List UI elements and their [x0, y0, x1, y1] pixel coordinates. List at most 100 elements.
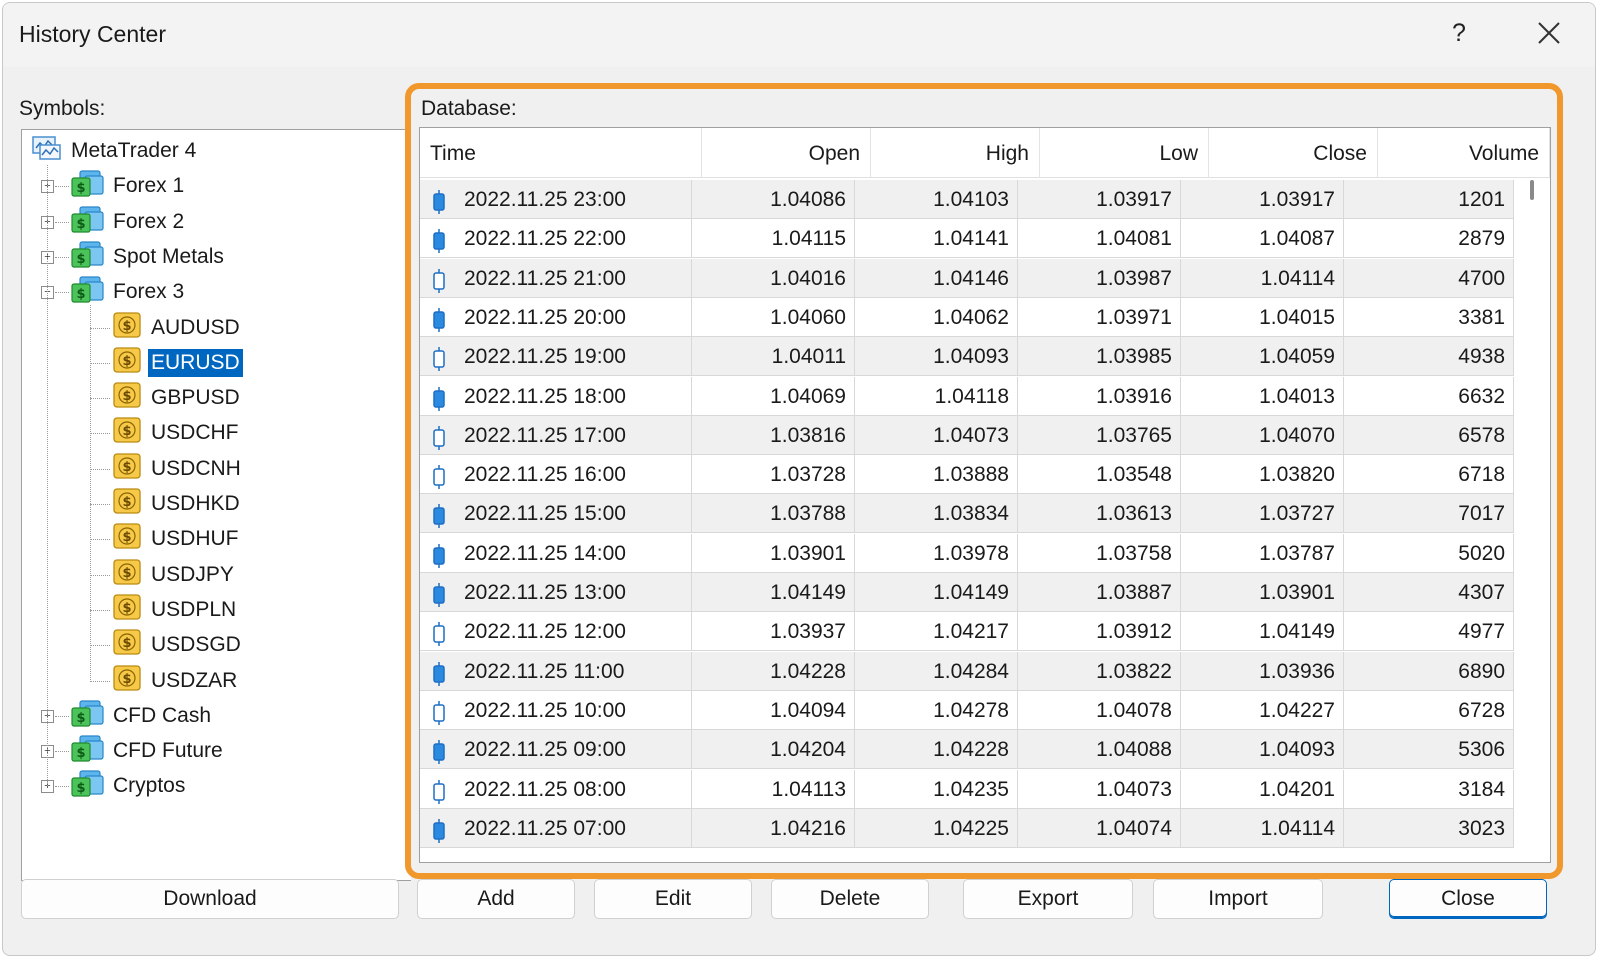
time-text: 2022.11.25 13:00 — [464, 581, 626, 604]
tree-item-usdhuf[interactable]: $ USDHUF — [112, 522, 242, 556]
tree-connector — [47, 165, 48, 787]
tree-item-metatrader-4[interactable]: MetaTrader 4 — [32, 134, 199, 168]
cell-low: 1.03765 — [1018, 415, 1181, 455]
cell-open: 1.03816 — [692, 415, 855, 455]
download-button[interactable]: Download — [21, 879, 399, 919]
cell-time: 2022.11.25 22:00 — [420, 219, 692, 259]
import-button[interactable]: Import — [1153, 879, 1323, 919]
time-text: 2022.11.25 08:00 — [464, 777, 626, 801]
cell-high: 1.04284 — [855, 651, 1018, 691]
column-header-close[interactable]: Close — [1209, 128, 1378, 178]
tree-item-forex-1[interactable]: $ Forex 1 — [70, 169, 187, 203]
table-row[interactable]: 2022.11.25 14:00 1.03901 1.03978 1.03758 1.0… — [420, 533, 1514, 573]
svg-text:$: $ — [122, 319, 131, 334]
column-header-volume[interactable]: Volume — [1378, 128, 1550, 178]
history-center-window: History Center ? Symbols: MetaTrader 4 $ F… — [2, 2, 1596, 956]
cell-volume: 6578 — [1344, 415, 1514, 455]
tree-item-usdchf[interactable]: $ USDCHF — [112, 416, 242, 450]
table-row[interactable]: 2022.11.25 15:00 1.03788 1.03834 1.03613 1.0… — [420, 494, 1514, 534]
tree-item-usdsgd[interactable]: $ USDSGD — [112, 628, 244, 662]
edit-button[interactable]: Edit — [594, 879, 752, 919]
add-button[interactable]: Add — [417, 879, 575, 919]
svg-text:$: $ — [122, 495, 131, 510]
cell-close: 1.03820 — [1181, 455, 1344, 495]
tree-item-eurusd[interactable]: $ EURUSD — [112, 346, 243, 380]
column-header-low[interactable]: Low — [1040, 128, 1209, 178]
cell-low: 1.03758 — [1018, 533, 1181, 573]
tree-item-usdzar[interactable]: $ USDZAR — [112, 664, 240, 698]
cell-close: 1.03917 — [1181, 180, 1344, 219]
cell-volume: 3381 — [1344, 297, 1514, 337]
table-row[interactable]: 2022.11.25 21:00 1.04016 1.04146 1.03987 1.0… — [420, 258, 1514, 298]
table-row[interactable]: 2022.11.25 12:00 1.03937 1.04217 1.03912 1.0… — [420, 612, 1514, 652]
tree-item-label: USDJPY — [151, 562, 234, 586]
tree-item-gbpusd[interactable]: $ GBPUSD — [112, 381, 243, 415]
table-row[interactable]: 2022.11.25 16:00 1.03728 1.03888 1.03548 1.0… — [420, 455, 1514, 495]
cell-low: 1.03887 — [1018, 573, 1181, 612]
table-row[interactable]: 2022.11.25 08:00 1.04113 1.04235 1.04073 1.0… — [420, 769, 1514, 809]
folder-currency-icon: $ — [70, 734, 104, 768]
cell-close: 1.04059 — [1181, 337, 1344, 377]
tree-item-spot-metals[interactable]: $ Spot Metals — [70, 240, 227, 274]
cell-close: 1.03901 — [1181, 573, 1344, 612]
cell-open: 1.04204 — [692, 730, 855, 770]
currency-symbol-icon: $ — [112, 593, 142, 627]
table-row[interactable]: 2022.11.25 23:00 1.04086 1.04103 1.03917 1.0… — [420, 180, 1514, 219]
table-header: Time Open High Low Close Volume — [420, 128, 1550, 178]
tree-item-usdpln[interactable]: $ USDPLN — [112, 593, 239, 627]
cell-close: 1.03936 — [1181, 651, 1344, 691]
vertical-scrollbar[interactable] — [1530, 180, 1534, 200]
cell-volume: 5020 — [1344, 533, 1514, 573]
svg-text:$: $ — [76, 287, 85, 302]
cell-time: 2022.11.25 23:00 — [420, 180, 692, 219]
column-header-time[interactable]: Time — [420, 128, 702, 178]
tree-item-usdjpy[interactable]: $ USDJPY — [112, 558, 237, 592]
cell-low: 1.03822 — [1018, 651, 1181, 691]
database-table[interactable]: Time Open High Low Close Volume 2022.11.25 23… — [419, 127, 1551, 863]
tree-item-cryptos[interactable]: $ Cryptos — [70, 769, 188, 803]
table-row[interactable]: 2022.11.25 17:00 1.03816 1.04073 1.03765 1.0… — [420, 415, 1514, 455]
column-header-open[interactable]: Open — [702, 128, 871, 178]
tree-item-usdcnh[interactable]: $ USDCNH — [112, 452, 244, 486]
symbols-tree[interactable]: MetaTrader 4 $ Forex 1 + $ Forex 2 + $ Spot Meta… — [21, 129, 411, 881]
table-row[interactable]: 2022.11.25 19:00 1.04011 1.04093 1.03985 1.0… — [420, 337, 1514, 377]
export-button[interactable]: Export — [963, 879, 1133, 919]
currency-symbol-icon: $ — [112, 381, 142, 415]
cell-time: 2022.11.25 16:00 — [420, 455, 692, 495]
tree-item-label: AUDUSD — [151, 315, 240, 339]
cell-close: 1.04087 — [1181, 219, 1344, 259]
tree-connector — [55, 292, 69, 294]
tree-item-forex-2[interactable]: $ Forex 2 — [70, 205, 187, 239]
tree-item-usdhkd[interactable]: $ USDHKD — [112, 487, 243, 521]
window-title: History Center — [19, 21, 166, 47]
cell-volume: 4938 — [1344, 337, 1514, 377]
table-row[interactable]: 2022.11.25 20:00 1.04060 1.04062 1.03971 1.0… — [420, 297, 1514, 337]
tree-item-cfd-future[interactable]: $ CFD Future — [70, 734, 226, 768]
tree-connector — [55, 786, 69, 788]
tree-item-forex-3[interactable]: $ Forex 3 — [70, 275, 187, 309]
currency-symbol-icon: $ — [112, 628, 142, 662]
cell-volume: 6718 — [1344, 455, 1514, 495]
close-icon[interactable] — [1529, 15, 1569, 51]
svg-text:$: $ — [122, 460, 131, 475]
cell-open: 1.04016 — [692, 258, 855, 298]
cell-time: 2022.11.25 17:00 — [420, 415, 692, 455]
cell-close: 1.04013 — [1181, 376, 1344, 416]
cell-open: 1.04094 — [692, 690, 855, 730]
table-row[interactable]: 2022.11.25 13:00 1.04149 1.04149 1.03887 1.0… — [420, 573, 1514, 612]
tree-item-cfd-cash[interactable]: $ CFD Cash — [70, 699, 214, 733]
table-row[interactable]: 2022.11.25 07:00 1.04216 1.04225 1.04074 1.0… — [420, 808, 1514, 848]
tree-item-label: USDCHF — [151, 421, 239, 445]
help-button[interactable]: ? — [1439, 15, 1479, 51]
table-row[interactable]: 2022.11.25 11:00 1.04228 1.04284 1.03822 1.0… — [420, 651, 1514, 691]
table-row[interactable]: 2022.11.25 18:00 1.04069 1.04118 1.03916 1.0… — [420, 376, 1514, 416]
column-header-high[interactable]: High — [871, 128, 1040, 178]
tree-item-audusd[interactable]: $ AUDUSD — [112, 311, 243, 345]
table-row[interactable]: 2022.11.25 22:00 1.04115 1.04141 1.04081 1.0… — [420, 219, 1514, 259]
delete-button[interactable]: Delete — [771, 879, 929, 919]
table-row[interactable]: 2022.11.25 10:00 1.04094 1.04278 1.04078 1.0… — [420, 690, 1514, 730]
cell-close: 1.04149 — [1181, 612, 1344, 652]
close-button[interactable]: Close — [1389, 879, 1547, 919]
table-row[interactable]: 2022.11.25 09:00 1.04204 1.04228 1.04088 1.0… — [420, 730, 1514, 770]
tree-connector — [90, 504, 110, 505]
